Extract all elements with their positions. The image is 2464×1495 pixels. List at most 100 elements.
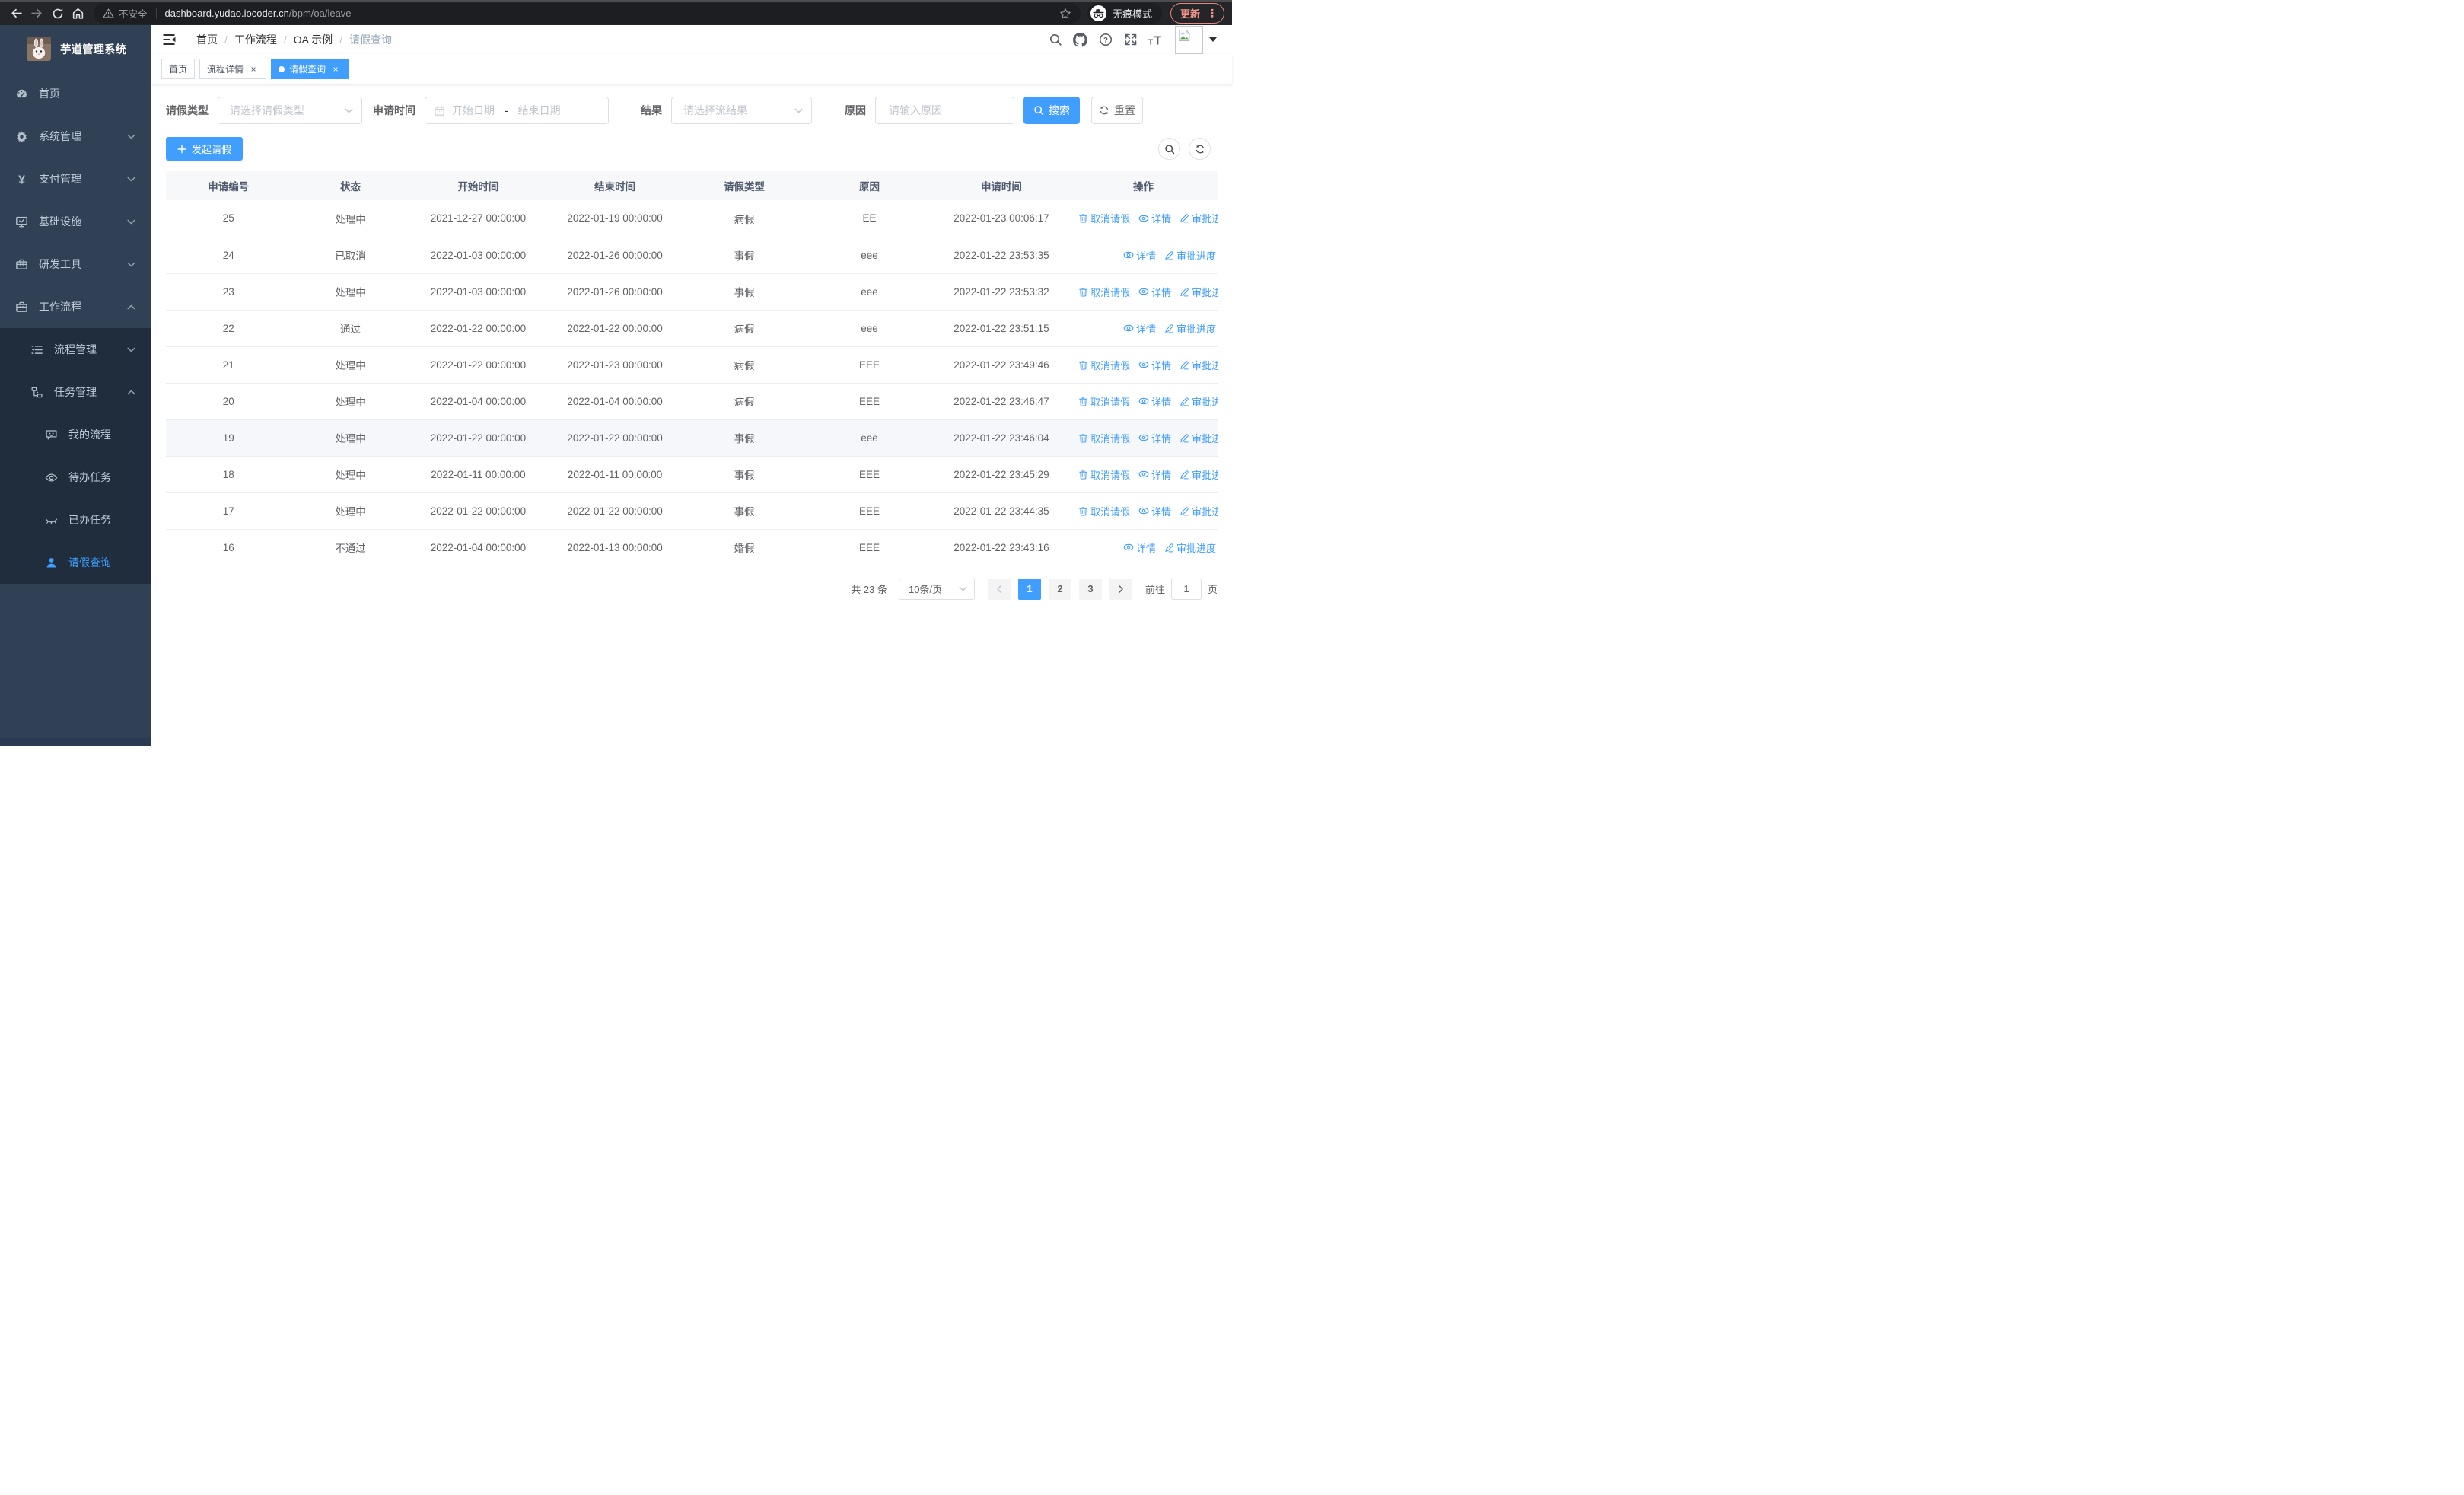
forward-icon[interactable]: [27, 3, 47, 24]
detail-action-link[interactable]: 详情: [1123, 540, 1156, 555]
breadcrumb-item[interactable]: 首页: [196, 32, 218, 47]
progress-action-link[interactable]: 审批进度: [1179, 504, 1218, 518]
action-label: 审批进度: [1176, 542, 1216, 554]
sidebar-item[interactable]: 已办任务: [0, 499, 151, 541]
bookmark-star-icon[interactable]: [1059, 8, 1071, 20]
breadcrumb-item[interactable]: 工作流程: [234, 32, 277, 47]
reason-input[interactable]: [887, 104, 1002, 117]
fullscreen-icon[interactable]: [1118, 30, 1143, 49]
sidebar-item[interactable]: 首页: [0, 72, 151, 115]
cell-status: 处理中: [291, 346, 410, 384]
sidebar-item[interactable]: ¥ 支付管理: [0, 158, 151, 200]
edit-icon: [1179, 433, 1189, 443]
cell-status: 处理中: [291, 492, 410, 530]
create-leave-button[interactable]: 发起请假: [166, 137, 244, 161]
show-search-toggle-button[interactable]: [1158, 138, 1180, 160]
cell-applied: 2022-01-23 00:06:17: [933, 200, 1070, 237]
cancel-action-link[interactable]: 取消请假: [1078, 467, 1130, 482]
address-bar[interactable]: 不安全 dashboard.yudao.iocoder.cn /bpm/oa/l…: [94, 3, 1081, 24]
reload-icon[interactable]: [47, 3, 68, 24]
tab-请假查询[interactable]: 请假查询 ×: [271, 59, 349, 79]
dashboard-icon: [15, 88, 28, 100]
cell-start: 2022-01-22 00:00:00: [409, 419, 547, 457]
progress-action-link[interactable]: 审批进度: [1179, 285, 1218, 299]
detail-action-link[interactable]: 详情: [1138, 431, 1171, 445]
github-icon[interactable]: [1068, 30, 1093, 49]
progress-action-link[interactable]: 审批进度: [1179, 358, 1218, 372]
sidebar-item[interactable]: 请假查询: [0, 541, 151, 584]
sidebar-logo[interactable]: 芋道管理系统: [0, 25, 151, 72]
action-label: 详情: [1135, 542, 1156, 554]
avatar[interactable]: [1175, 25, 1203, 54]
leave-type-select[interactable]: 请选择请假类型: [218, 97, 362, 124]
cancel-action-link[interactable]: 取消请假: [1078, 285, 1130, 299]
refresh-table-button[interactable]: [1189, 138, 1211, 160]
tab-流程详情[interactable]: 流程详情 ×: [199, 59, 267, 79]
reset-button[interactable]: 重置: [1091, 97, 1143, 124]
eye-icon: [1138, 432, 1149, 443]
detail-action-link[interactable]: 详情: [1138, 394, 1171, 409]
page-button-1[interactable]: 1: [1017, 578, 1041, 600]
progress-action-link[interactable]: 审批进度: [1179, 431, 1218, 445]
sidebar-item[interactable]: 任务管理: [0, 371, 151, 413]
search-icon[interactable]: [1043, 30, 1068, 49]
progress-action-link[interactable]: 审批进度: [1164, 321, 1216, 336]
cancel-action-link[interactable]: 取消请假: [1078, 358, 1130, 372]
font-size-icon[interactable]: TT: [1143, 30, 1168, 49]
page-button-2[interactable]: 2: [1048, 578, 1071, 600]
cell-actions: 取消请假 详情 审批进度: [1069, 346, 1218, 384]
page-size-select[interactable]: 10条/页: [898, 578, 975, 600]
sidebar-item[interactable]: 基础设施: [0, 200, 151, 243]
detail-action-link[interactable]: 详情: [1138, 504, 1171, 518]
prev-page-button[interactable]: [987, 578, 1011, 600]
sidebar-item[interactable]: 研发工具: [0, 243, 151, 285]
detail-action-link[interactable]: 详情: [1138, 358, 1171, 372]
cell-applied: 2022-01-22 23:53:35: [933, 237, 1070, 274]
progress-action-link[interactable]: 审批进度: [1164, 540, 1216, 555]
tab-首页[interactable]: 首页: [161, 59, 196, 79]
cancel-action-link[interactable]: 取消请假: [1078, 394, 1130, 409]
search-button[interactable]: 搜索: [1023, 97, 1080, 124]
sidebar-item[interactable]: 工作流程: [0, 285, 151, 328]
progress-action-link[interactable]: 审批进度: [1164, 248, 1216, 263]
cancel-action-link[interactable]: 取消请假: [1078, 431, 1130, 445]
progress-action-link[interactable]: 审批进度: [1179, 211, 1218, 225]
eye-icon: [1138, 505, 1149, 516]
help-icon[interactable]: ?: [1093, 30, 1118, 49]
eye-icon: [1138, 469, 1149, 480]
progress-action-link[interactable]: 审批进度: [1179, 467, 1218, 482]
close-icon[interactable]: ×: [330, 64, 341, 75]
sidebar-collapse-icon[interactable]: [161, 32, 177, 47]
cancel-action-link[interactable]: 取消请假: [1078, 504, 1130, 518]
detail-action-link[interactable]: 详情: [1123, 248, 1156, 263]
sidebar-item[interactable]: 系统管理: [0, 115, 151, 158]
sidebar-item[interactable]: 我的流程: [0, 413, 151, 456]
cell-start: 2022-01-03 00:00:00: [409, 273, 547, 311]
browser-menu-icon[interactable]: ⋮: [1207, 7, 1218, 20]
cell-applied: 2022-01-22 23:45:29: [933, 456, 1070, 493]
detail-action-link[interactable]: 详情: [1123, 321, 1156, 336]
close-icon[interactable]: ×: [248, 64, 259, 75]
cell-end: 2022-01-22 00:00:00: [546, 310, 683, 347]
table-row: 25 处理中 2021-12-27 00:00:00 2022-01-19 00:00…: [166, 200, 1218, 237]
caret-down-icon[interactable]: [1209, 37, 1217, 42]
detail-action-link[interactable]: 详情: [1138, 467, 1171, 482]
progress-action-link[interactable]: 审批进度: [1179, 394, 1218, 409]
cell-reason: EEE: [805, 346, 934, 384]
result-select[interactable]: 请选择流结果: [671, 97, 812, 124]
back-icon[interactable]: [6, 3, 27, 24]
goto-page-input[interactable]: [1170, 578, 1202, 600]
update-button[interactable]: 更新 ⋮: [1170, 3, 1224, 24]
page-button-3[interactable]: 3: [1078, 578, 1102, 600]
cancel-action-link[interactable]: 取消请假: [1078, 211, 1130, 225]
breadcrumb-item[interactable]: OA 示例: [294, 32, 333, 47]
sidebar-item[interactable]: 流程管理: [0, 328, 151, 371]
sidebar-item[interactable]: 待办任务: [0, 456, 151, 499]
home-icon[interactable]: [68, 3, 88, 24]
next-page-button[interactable]: [1109, 578, 1132, 600]
cell-type: 病假: [683, 383, 806, 420]
apply-time-range-picker[interactable]: 开始日期 - 结束日期: [425, 97, 609, 124]
detail-action-link[interactable]: 详情: [1138, 211, 1171, 225]
detail-action-link[interactable]: 详情: [1138, 285, 1171, 299]
action-label: 审批进度: [1192, 505, 1218, 518]
